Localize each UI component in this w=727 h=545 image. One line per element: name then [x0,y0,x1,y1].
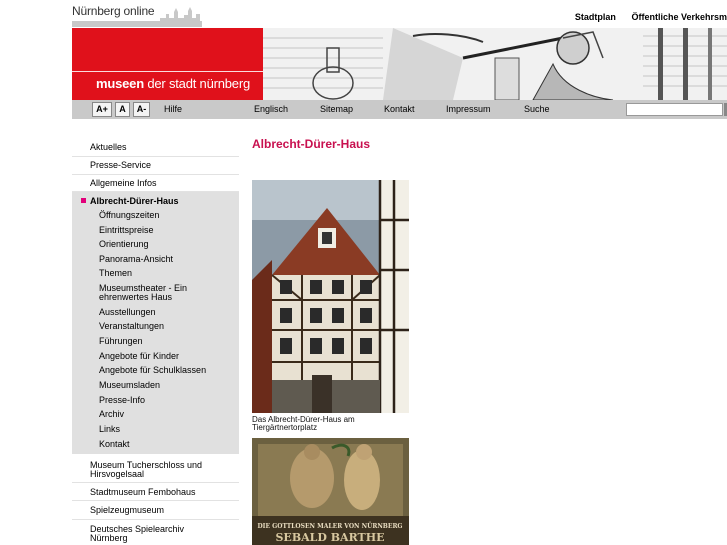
sidebar: Aktuelles Presse-Service Allgemeine Info… [72,119,239,545]
font-smaller-button[interactable]: A- [133,102,150,117]
active-bullet-icon [81,198,86,203]
sub-item-eintrittspreise[interactable]: Eintrittspreise [99,226,154,235]
nav-suche[interactable]: Suche [524,104,550,114]
sidebar-item-aktuelles[interactable]: Aktuelles [72,139,239,157]
banner: museen der stadt nürnberg [72,28,727,100]
brand-underline [72,21,202,27]
photo-caption: Das Albrecht-Dürer-Haus am Tiergärtnerto… [252,416,412,432]
duerer-haus-photo[interactable] [252,180,409,413]
sidebar-item-tucherschloss[interactable]: Museum Tucherschloss und Hirsvogelsaal [72,456,239,483]
sub-item-fuehrungen[interactable]: Führungen [99,337,143,346]
search-input[interactable] [626,103,723,116]
sub-item-themen[interactable]: Themen [99,269,132,278]
sub-item-oeffnungszeiten[interactable]: Öffnungszeiten [99,211,159,220]
sidebar-item-label: Nürnberg [90,533,128,543]
sidebar-item-fembohaus[interactable]: Stadtmuseum Fembohaus [72,483,239,501]
page-title: Albrecht-Dürer-Haus [252,137,371,151]
sub-item-angebote-schulklassen[interactable]: Angebote für Schulklassen [99,366,206,375]
nav-sitemap[interactable]: Sitemap [320,104,353,114]
sidebar-item-presse-service[interactable]: Presse-Service [72,157,239,175]
sidebar-item-spielzeugmuseum[interactable]: Spielzeugmuseum [72,501,239,520]
sidebar-item-spielearchiv[interactable]: Deutsches Spielearchiv Nürnberg [72,520,239,545]
sub-item-kontakt[interactable]: Kontakt [99,440,130,449]
sidebar-item-label: Hirsvogelsaal [90,469,145,479]
sidebar-item-allgemeine-infos[interactable]: Allgemeine Infos [72,175,239,192]
poster-line-1: DIE GOTTLOSEN MALER VON NÜRNBERG [257,523,402,530]
sidebar-item-label: Spielzeugmuseum [90,505,165,515]
font-normal-button[interactable]: A [115,102,130,117]
exhibition-poster-image[interactable]: DIE GOTTLOSEN MALER VON NÜRNBERG SEBALD … [252,438,409,545]
sidebar-item-albrecht-duerer-haus[interactable]: Albrecht-Dürer-Haus [90,196,179,206]
sidebar-active-group: Albrecht-Dürer-Haus Öffnungszeiten Eintr… [72,192,239,454]
hilfe-link[interactable]: Hilfe [164,104,182,114]
font-larger-button[interactable]: A+ [92,102,112,117]
oepnv-link[interactable]: Öffentliche Verkehrsm [631,12,727,22]
brand-text: Nürnberg online [72,4,155,18]
sub-item-museumsladen[interactable]: Museumsladen [99,381,160,390]
banner-title: museen der stadt nürnberg [96,76,250,91]
banner-title-rest: der stadt nürnberg [143,76,250,91]
sub-item-orientierung[interactable]: Orientierung [99,240,149,249]
sub-item-archiv[interactable]: Archiv [99,410,124,419]
stadtplan-link[interactable]: Stadtplan [575,12,616,22]
sub-item-panorama-ansicht[interactable]: Panorama-Ansicht [99,255,173,264]
top-bar: Nürnberg online Stadtplan Öffentliche Ve… [0,0,727,28]
sub-item-ausstellungen[interactable]: Ausstellungen [99,308,156,317]
banner-title-bold: museen [96,76,144,91]
nav-impressum[interactable]: Impressum [446,104,491,114]
nav-englisch[interactable]: Englisch [254,104,288,114]
banner-engraving-image [263,28,727,100]
nav-bar: A+ A A- Hilfe Englisch Sitemap Kontakt I… [72,100,727,119]
sidebar-item-label: Stadtmuseum Fembohaus [90,487,196,497]
nav-kontakt[interactable]: Kontakt [384,104,415,114]
photo-caption-line: Tiergärtnertorplatz [252,423,318,432]
sub-item-museumstheater-2[interactable]: ehrenwertes Haus [99,293,172,302]
banner-divider [72,71,263,72]
poster-line-2: SEBALD BARTHE [275,531,384,544]
top-links: Stadtplan Öffentliche Verkehrsm [562,12,727,24]
main-content: Albrecht-Dürer-Haus Das Albrecht-Dürer-H… [252,119,727,545]
nuernberg-online-logo[interactable]: Nürnberg online [72,4,202,27]
sidebar-item-label: Allgemeine Infos [90,178,157,188]
banner-red-panel[interactable]: museen der stadt nürnberg [72,28,263,100]
sub-item-angebote-kinder[interactable]: Angebote für Kinder [99,352,179,361]
sub-item-links[interactable]: Links [99,425,120,434]
sub-item-presse-info[interactable]: Presse-Info [99,396,145,405]
sub-item-veranstaltungen[interactable]: Veranstaltungen [99,322,164,331]
sidebar-item-label: Presse-Service [90,160,152,170]
sidebar-item-label: Aktuelles [90,142,127,152]
